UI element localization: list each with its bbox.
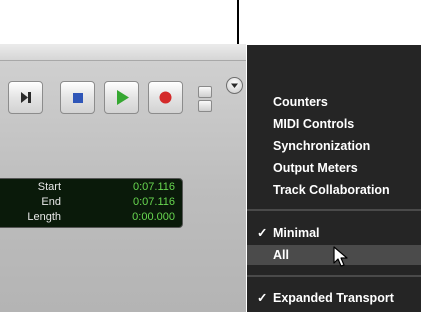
stop-button[interactable] bbox=[60, 81, 95, 114]
end-value: 0:07.116 bbox=[132, 196, 175, 208]
counter-display: Start 0:07.116 End 0:07.116 Length 0:00.… bbox=[0, 178, 183, 228]
menu-item-label: All bbox=[273, 248, 289, 262]
menu-item-minimal[interactable]: ✓ Minimal bbox=[247, 223, 421, 243]
menu-item-label: Synchronization bbox=[273, 139, 371, 153]
menu-item-label: Track Collaboration bbox=[273, 183, 390, 197]
menu-item-midi-controls[interactable]: MIDI Controls bbox=[247, 114, 421, 134]
menu-item-label: MIDI Controls bbox=[273, 117, 355, 131]
checkmark-icon: ✓ bbox=[257, 291, 268, 305]
menu-item-label: Expanded Transport bbox=[273, 291, 394, 305]
record-button[interactable] bbox=[148, 81, 183, 114]
length-label: Length bbox=[27, 211, 61, 223]
transport-menu-button[interactable] bbox=[226, 77, 243, 94]
menu-item-label: Output Meters bbox=[273, 161, 358, 175]
menu-separator bbox=[247, 275, 421, 277]
transport-option-button-2[interactable] bbox=[198, 100, 212, 112]
transport-option-button-1[interactable] bbox=[198, 86, 212, 98]
length-value: 0:00.000 bbox=[132, 211, 175, 223]
menu-item-output-meters[interactable]: Output Meters bbox=[247, 158, 421, 178]
menu-item-expanded-transport[interactable]: ✓ Expanded Transport bbox=[247, 288, 421, 308]
transport-title-strip bbox=[0, 44, 246, 61]
go-to-end-button[interactable] bbox=[8, 81, 43, 114]
play-icon bbox=[117, 90, 129, 105]
checkmark-icon: ✓ bbox=[257, 226, 268, 240]
menu-item-counters[interactable]: Counters bbox=[247, 92, 421, 112]
chevron-down-icon bbox=[231, 83, 238, 88]
play-button[interactable] bbox=[104, 81, 139, 114]
menu-item-label: Counters bbox=[273, 95, 328, 109]
menu-item-synchronization[interactable]: Synchronization bbox=[247, 136, 421, 156]
transport-window: Start 0:07.116 End 0:07.116 Length 0:00.… bbox=[0, 44, 246, 312]
start-label: Start bbox=[37, 181, 61, 193]
end-label: End bbox=[41, 196, 61, 208]
start-value: 0:07.116 bbox=[132, 181, 175, 193]
record-icon bbox=[159, 91, 172, 104]
stop-icon bbox=[73, 93, 83, 103]
go-to-end-icon bbox=[21, 92, 31, 103]
menu-separator bbox=[247, 209, 421, 211]
menu-item-label: Minimal bbox=[273, 226, 320, 240]
menu-item-track-collaboration[interactable]: Track Collaboration bbox=[247, 180, 421, 200]
transport-view-menu: Counters MIDI Controls Synchronization O… bbox=[247, 45, 421, 312]
mouse-pointer-icon bbox=[333, 246, 348, 267]
